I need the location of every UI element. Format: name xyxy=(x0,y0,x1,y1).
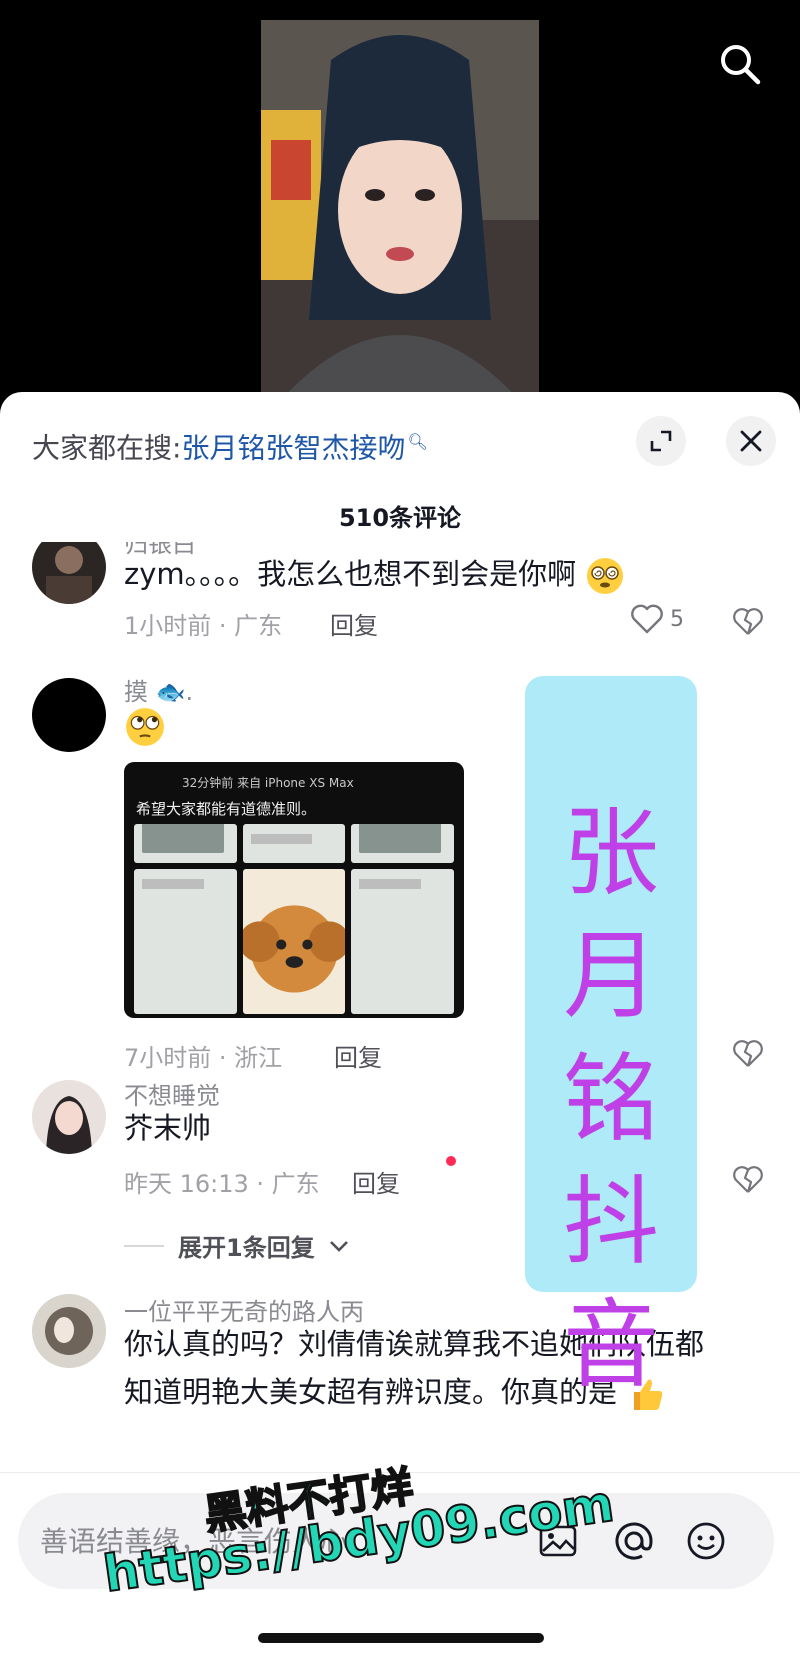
like-count: 5 xyxy=(670,606,684,632)
dislike-icon[interactable] xyxy=(732,1038,764,1070)
image-cell xyxy=(242,824,346,863)
at-icon[interactable] xyxy=(612,1519,656,1563)
comment-image[interactable]: 32分钟前 来自 iPhone XS Max 希望大家都能有道德准则。 xyxy=(124,762,464,1018)
comment-count: 510条评论 xyxy=(338,504,462,532)
image-cell xyxy=(242,868,346,1014)
hot-search-link[interactable]: 大家都在搜:张月铭张智杰接吻 🔍︎ xyxy=(32,422,428,468)
expand-divider xyxy=(124,1244,164,1247)
hot-search-term[interactable]: 张月铭张智杰接吻 xyxy=(181,431,405,464)
expand-button[interactable] xyxy=(636,416,686,466)
like-button[interactable]: 5 xyxy=(630,604,684,634)
heart-icon xyxy=(631,604,663,634)
reply-button[interactable]: 回复 xyxy=(334,1038,382,1073)
comment-username[interactable]: 一位平平无奇的路人丙 xyxy=(124,1292,364,1327)
comment-text: zym。。。。我怎么也想不到会是你啊 xyxy=(124,554,625,596)
dislike-icon[interactable] xyxy=(732,606,764,638)
avatar[interactable] xyxy=(32,678,106,752)
unread-dot xyxy=(446,1156,456,1166)
image-cell xyxy=(351,868,454,1014)
avatar[interactable] xyxy=(32,542,106,604)
promo-char: 铭 xyxy=(563,1043,659,1155)
avatar[interactable] xyxy=(32,1294,106,1368)
hot-search-prefix: 大家都在搜: xyxy=(32,431,182,465)
promo-char: 抖 xyxy=(563,1166,659,1278)
image-grid xyxy=(134,824,454,1014)
comment-meta: 7小时前 · 浙江 xyxy=(124,1044,283,1072)
comment-text-body: zym。。。。我怎么也想不到会是你啊 xyxy=(124,557,577,591)
comment-item: 一位平平无奇的路人丙 你认真的吗？刘倩倩诶就算我不追她们队伍都 知道明艳大美女超… xyxy=(0,1292,800,1462)
search-button[interactable] xyxy=(712,36,768,92)
close-icon xyxy=(740,430,762,452)
comment-meta: 昨天 16:13 · 广东 xyxy=(124,1170,320,1198)
expand-icon xyxy=(650,430,672,452)
promo-char: 月 xyxy=(563,920,659,1032)
search-icon xyxy=(721,45,761,85)
close-button[interactable] xyxy=(726,416,776,466)
comment-text-line2: 知道明艳大美女超有辨识度。你真的是 xyxy=(124,1375,618,1409)
promo-char: 张 xyxy=(563,797,659,909)
image-cell xyxy=(351,824,454,863)
comment-meta: 1小时前 · 广东 xyxy=(124,612,283,640)
comment-item: 归银白 zym。。。。我怎么也想不到会是你啊 1小时前 · 广东 回复 5 xyxy=(0,542,800,654)
image-title: 希望大家都能有道德准则。 xyxy=(136,800,317,818)
reply-button[interactable]: 回复 xyxy=(352,1164,400,1199)
dislike-icon[interactable] xyxy=(732,1164,764,1196)
dizzy-eyes-emoji-icon xyxy=(587,558,624,594)
panel-header: 大家都在搜:张月铭张智杰接吻 🔍︎ xyxy=(0,392,800,492)
expand-replies-button[interactable]: 展开1条回复 xyxy=(124,1228,349,1263)
rolling-eyes-emoji-icon xyxy=(126,708,164,746)
chevron-down-icon xyxy=(329,1240,348,1252)
image-cell xyxy=(134,868,237,1014)
comment-username[interactable]: 摸 🐟. xyxy=(124,672,193,707)
hot-search-icon: 🔍︎ xyxy=(407,432,428,451)
reply-button[interactable]: 回复 xyxy=(330,606,378,641)
expand-replies-label: 展开1条回复 xyxy=(178,1234,315,1262)
image-cell xyxy=(134,824,237,863)
video-player[interactable] xyxy=(0,0,800,400)
promo-text: 张 月 铭 抖 音 xyxy=(545,792,677,1407)
image-caption: 32分钟前 来自 iPhone XS Max xyxy=(182,776,354,790)
home-indicator xyxy=(258,1633,544,1643)
emoji-icon[interactable] xyxy=(684,1519,728,1563)
comment-text: 芥末帅 xyxy=(124,1111,212,1145)
promo-char: 音 xyxy=(563,1289,659,1401)
video-thumbnail[interactable] xyxy=(261,20,539,400)
avatar[interactable] xyxy=(32,1080,106,1154)
comment-username[interactable]: 不想睡觉 xyxy=(124,1076,220,1111)
